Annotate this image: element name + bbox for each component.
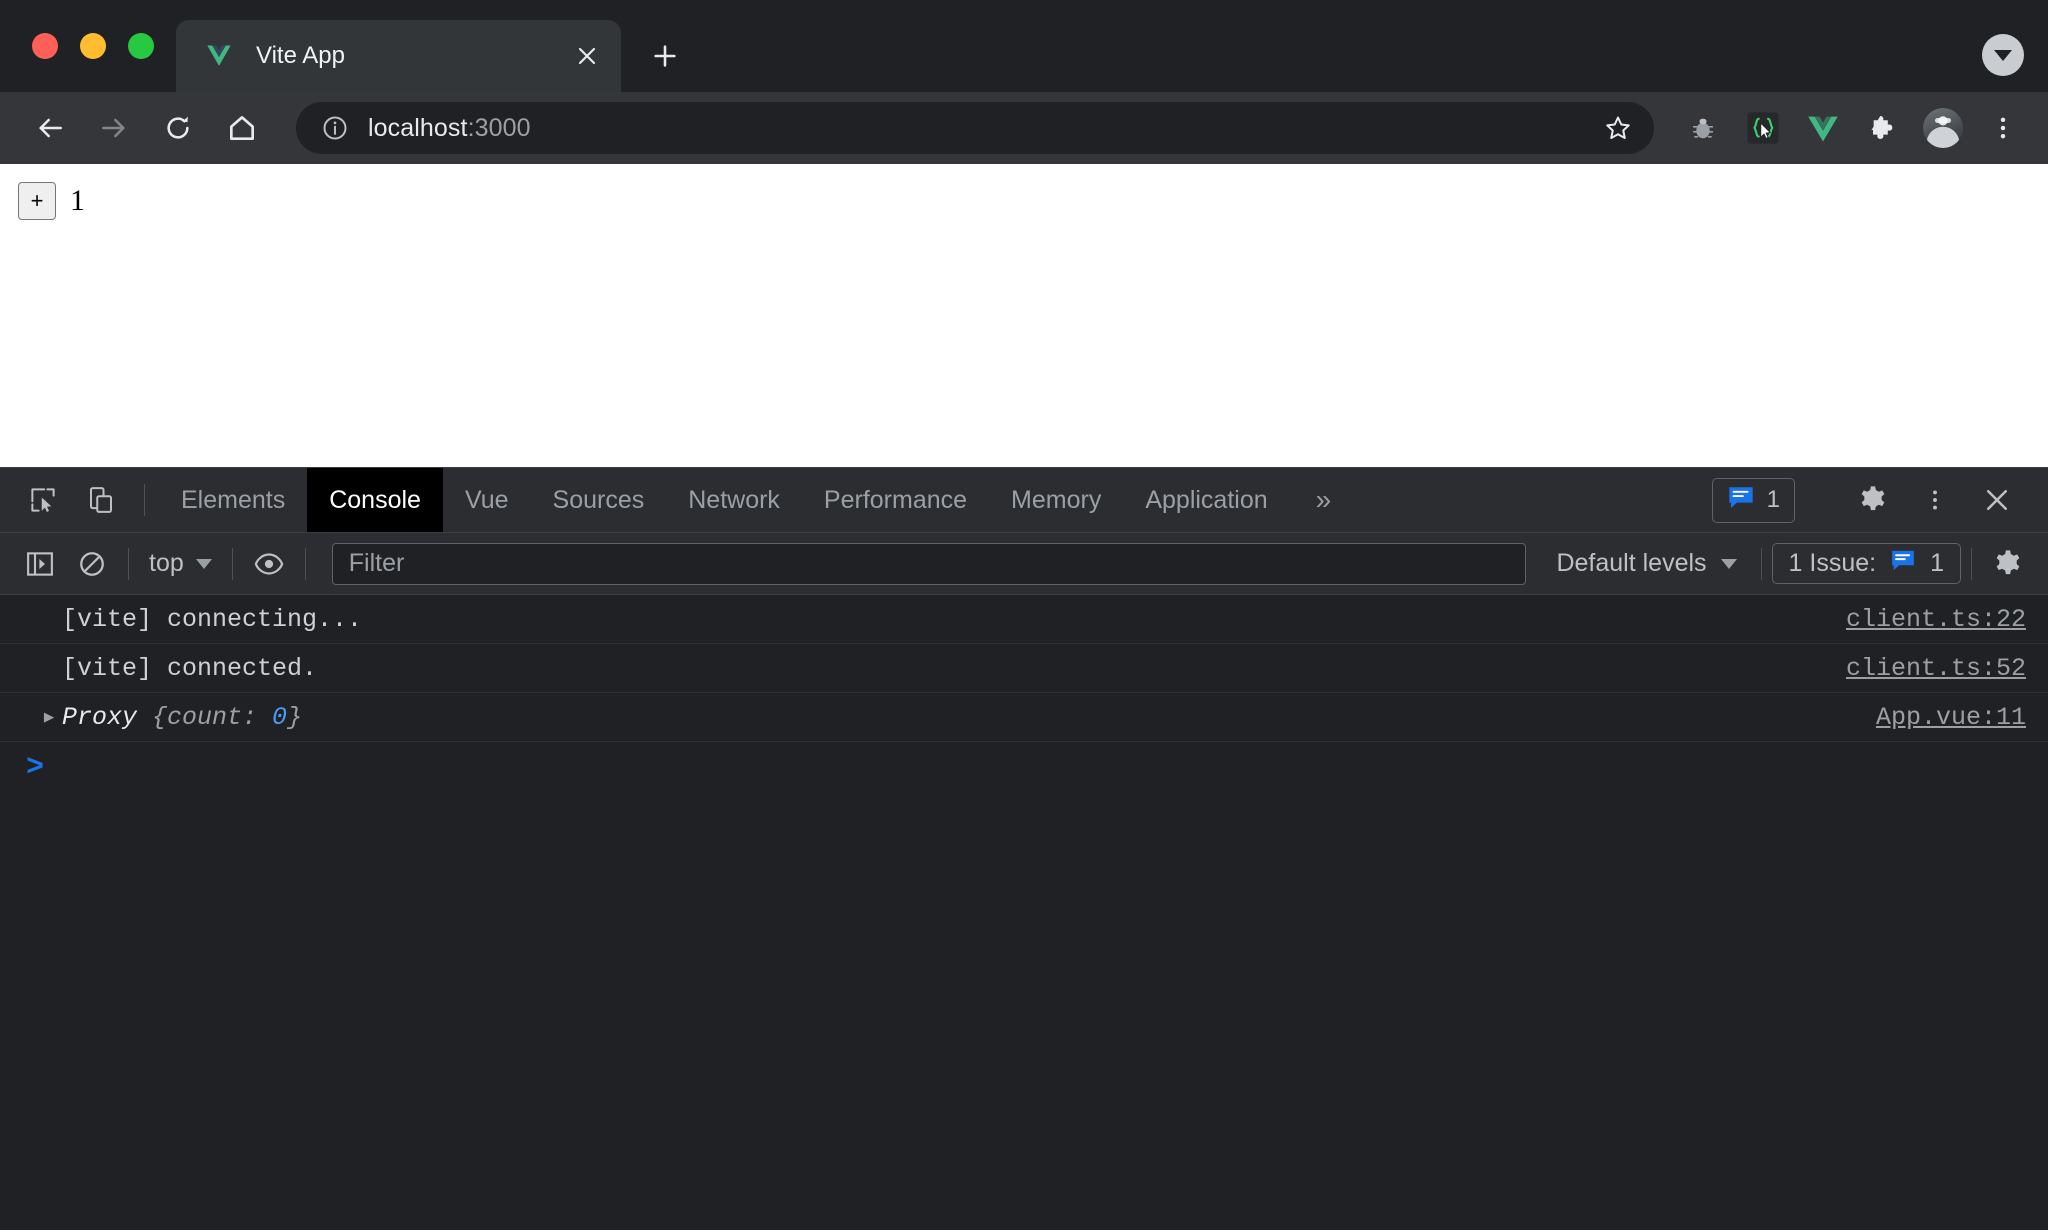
bookmark-star-icon[interactable] xyxy=(1596,106,1640,150)
issues-message-icon xyxy=(1727,485,1755,516)
url-host: localhost xyxy=(368,113,468,142)
zoom-window-button[interactable] xyxy=(128,33,154,59)
log-levels-label: Default levels xyxy=(1556,549,1707,577)
issues-pill-count: 1 xyxy=(1930,549,1944,577)
close-tab-button[interactable] xyxy=(565,34,609,78)
address-bar-url[interactable]: localhost:3000 xyxy=(368,114,1596,143)
console-context-selector[interactable]: top xyxy=(139,549,222,578)
console-prompt-row[interactable]: > xyxy=(0,742,2048,794)
divider xyxy=(1971,547,1972,580)
reload-button[interactable] xyxy=(150,100,206,156)
object-constructor-name: Proxy xyxy=(62,702,138,732)
increment-button[interactable]: + xyxy=(18,182,56,220)
divider xyxy=(144,484,145,516)
object-open-brace: {count: xyxy=(137,702,273,732)
cursor-braces-extension-icon[interactable] xyxy=(1740,105,1786,151)
chrome-menu-button[interactable] xyxy=(1980,105,2026,151)
divider xyxy=(128,547,129,580)
tab-application[interactable]: Application xyxy=(1123,468,1289,532)
address-bar[interactable]: localhost:3000 xyxy=(296,102,1654,154)
issues-message-icon xyxy=(1890,549,1916,578)
tab-elements[interactable]: Elements xyxy=(159,468,307,532)
tab-console[interactable]: Console xyxy=(307,468,443,532)
console-settings-gear-icon[interactable] xyxy=(1982,538,2034,590)
console-message-row[interactable]: [vite] connecting... client.ts:22 xyxy=(0,595,2048,644)
page-viewport: + 1 xyxy=(0,164,2048,467)
counter-widget: + 1 xyxy=(0,164,2048,220)
console-issues-pill[interactable]: 1 Issue: 1 xyxy=(1771,543,1961,584)
browser-window: Vite App localhost:3000 + 1 Elements Con… xyxy=(0,0,2048,1230)
expand-object-arrow-icon[interactable]: ▶ xyxy=(36,707,62,728)
console-message-text: [vite] connecting... xyxy=(62,604,363,634)
more-tabs-button[interactable]: » xyxy=(1290,468,1358,532)
devtools-tab-bar: Elements Console Vue Sources Network Per… xyxy=(0,468,2048,533)
divider xyxy=(304,547,306,580)
count-value: 1 xyxy=(70,184,85,217)
console-message-source-link[interactable]: client.ts:22 xyxy=(1846,605,2026,634)
issues-badge[interactable]: 1 xyxy=(1711,477,1795,523)
device-toolbar-icon[interactable] xyxy=(72,468,130,532)
console-message-source-link[interactable]: App.vue:11 xyxy=(1876,703,2026,732)
tab-title: Vite App xyxy=(256,42,345,69)
devtools-settings-gear-icon[interactable] xyxy=(1844,471,1902,529)
clear-console-icon[interactable] xyxy=(66,538,118,590)
devtools-more-options-button[interactable] xyxy=(1906,471,1964,529)
console-message-list[interactable]: [vite] connecting... client.ts:22 [vite]… xyxy=(0,595,2048,1230)
chevron-down-icon xyxy=(1720,558,1737,569)
puzzle-extensions-icon[interactable] xyxy=(1860,105,1906,151)
inspect-element-icon[interactable] xyxy=(14,468,72,532)
close-window-button[interactable] xyxy=(32,33,58,59)
tab-memory[interactable]: Memory xyxy=(989,468,1123,532)
vue-devtools-extension-icon[interactable] xyxy=(1800,105,1846,151)
home-button[interactable] xyxy=(214,100,270,156)
devtools-tabs: Elements Console Vue Sources Network Per… xyxy=(159,468,1712,532)
live-expression-eye-icon[interactable] xyxy=(243,538,295,590)
url-port: :3000 xyxy=(467,113,531,142)
devtools-close-button[interactable] xyxy=(1968,471,2026,529)
chevron-down-icon xyxy=(195,558,212,569)
tab-network[interactable]: Network xyxy=(666,468,802,532)
console-message-text: [vite] connected. xyxy=(62,653,318,683)
console-toolbar: top Default levels 1 Issue: xyxy=(0,533,2048,595)
console-filter-input[interactable] xyxy=(331,542,1527,585)
devtools-panel: Elements Console Vue Sources Network Per… xyxy=(0,467,2048,1230)
devtools-tabbar-actions: 1 xyxy=(1711,468,2048,532)
info-circle-icon[interactable] xyxy=(318,111,352,145)
vue-logo-icon xyxy=(204,41,234,71)
object-close-brace: } xyxy=(287,702,303,732)
bug-extension-icon[interactable] xyxy=(1680,105,1726,151)
tab-search-button[interactable] xyxy=(1982,34,2024,76)
issues-count: 1 xyxy=(1766,486,1780,513)
chevron-down-icon xyxy=(1994,49,2012,61)
console-object-preview: Proxy {count: 0} xyxy=(62,703,1876,732)
tab-strip: Vite App xyxy=(0,0,2048,92)
tab-sources[interactable]: Sources xyxy=(531,468,667,532)
browser-toolbar: localhost:3000 xyxy=(0,92,2048,164)
object-property-value: 0 xyxy=(272,702,288,732)
browser-tab-vite-app[interactable]: Vite App xyxy=(176,20,621,92)
console-message-source-link[interactable]: client.ts:52 xyxy=(1846,654,2026,683)
profile-avatar-image xyxy=(1923,108,1963,148)
console-prompt-caret-icon: > xyxy=(26,751,45,785)
window-controls xyxy=(0,0,176,92)
console-log-levels-selector[interactable]: Default levels xyxy=(1542,549,1750,578)
tab-performance[interactable]: Performance xyxy=(802,468,989,532)
minimize-window-button[interactable] xyxy=(80,33,106,59)
console-message-row[interactable]: [vite] connected. client.ts:52 xyxy=(0,644,2048,693)
divider xyxy=(1760,547,1762,580)
issues-pill-label: 1 Issue: xyxy=(1788,549,1877,577)
forward-button[interactable] xyxy=(86,100,142,156)
divider xyxy=(231,547,233,580)
console-message-row[interactable]: ▶ Proxy {count: 0} App.vue:11 xyxy=(0,693,2048,742)
avatar[interactable] xyxy=(1920,105,1966,151)
console-context-label: top xyxy=(149,549,184,577)
console-sidebar-toggle-icon[interactable] xyxy=(14,538,66,590)
new-tab-button[interactable] xyxy=(637,28,693,84)
tab-vue[interactable]: Vue xyxy=(443,468,531,532)
back-button[interactable] xyxy=(22,100,78,156)
